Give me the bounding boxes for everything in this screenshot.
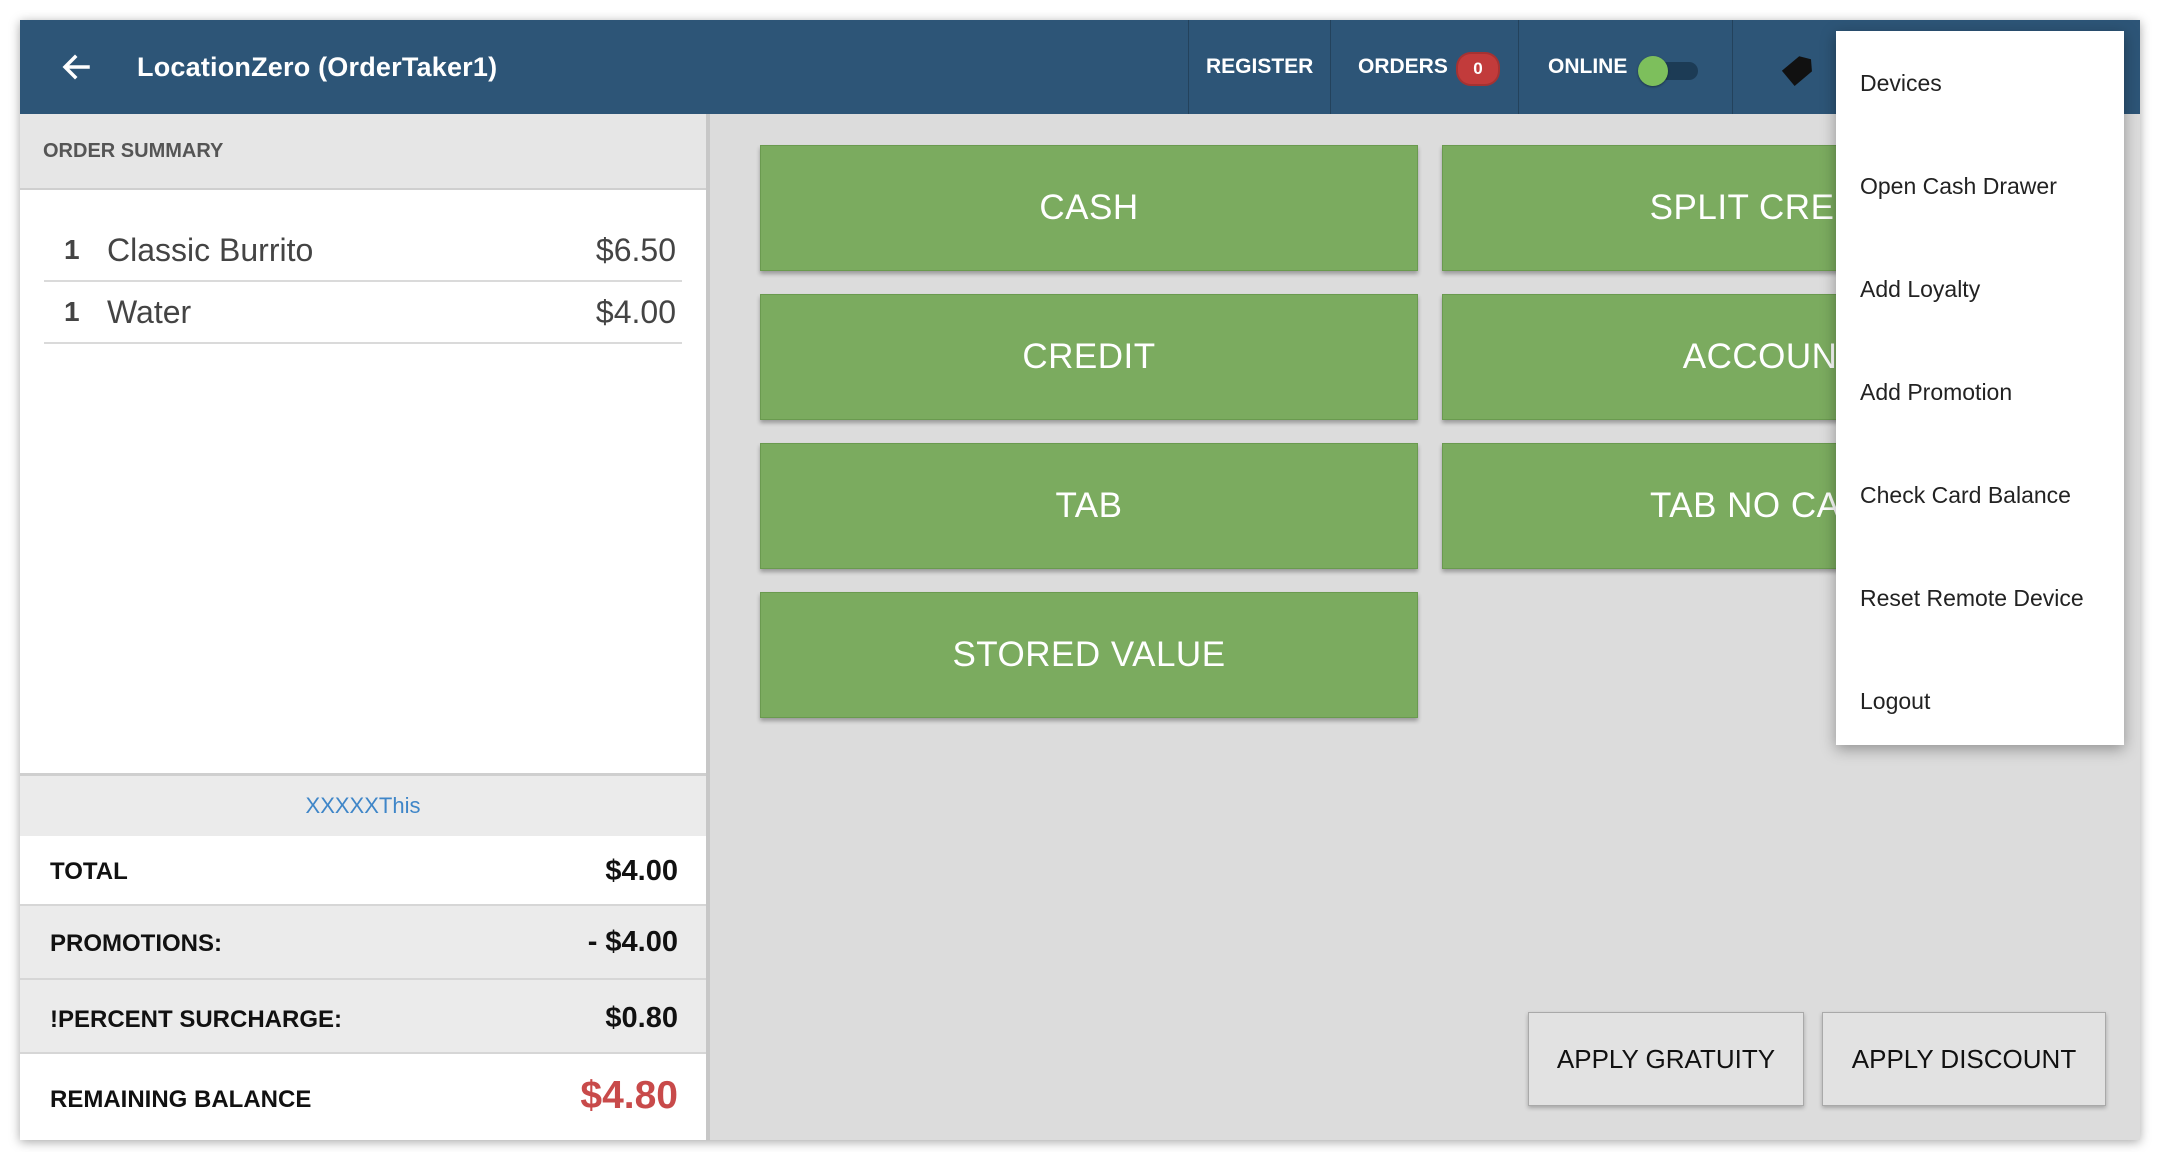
remaining-balance-label: REMAINING BALANCE: [50, 1086, 312, 1113]
tag-icon: [1781, 56, 1812, 86]
online-toggle[interactable]: [1638, 54, 1708, 86]
apply-gratuity-button[interactable]: APPLY GRATUITY: [1528, 1012, 1804, 1106]
online-label: ONLINE: [1548, 55, 1628, 78]
menu-item-add-promotion[interactable]: Add Promotion: [1836, 341, 2124, 444]
cash-button[interactable]: CASH: [760, 145, 1418, 271]
menu-item-open-cash-drawer[interactable]: Open Cash Drawer: [1836, 135, 2124, 238]
order-summary-panel: ORDER SUMMARY 1 Classic Burrito $6.50 1 …: [20, 114, 710, 1140]
menu-item-reset-remote-device[interactable]: Reset Remote Device: [1836, 547, 2124, 650]
item-quantity: 1: [64, 296, 80, 327]
app-window: LocationZero (OrderTaker1) REGISTER ORDE…: [20, 20, 2140, 1140]
remaining-balance-row: REMAINING BALANCE $4.80: [20, 1054, 706, 1140]
surcharge-row: !PERCENT SURCHARGE: $0.80: [20, 980, 706, 1054]
total-value: $4.00: [605, 855, 678, 887]
apply-discount-button[interactable]: APPLY DISCOUNT: [1822, 1012, 2106, 1106]
remaining-balance-value: $4.80: [580, 1074, 678, 1117]
order-summary-title: ORDER SUMMARY: [43, 140, 224, 162]
promo-link-row: XXXXXThis: [20, 773, 706, 836]
nav-divider: [1188, 20, 1189, 114]
item-price: $4.00: [595, 294, 676, 330]
promotions-label: PROMOTIONS:: [50, 930, 222, 957]
nav-divider: [1518, 20, 1519, 114]
promotion-link[interactable]: XXXXXThis: [306, 793, 421, 818]
surcharge-label: !PERCENT SURCHARGE:: [50, 1006, 343, 1033]
page-title: LocationZero (OrderTaker1): [137, 52, 498, 82]
orders-button[interactable]: ORDERS: [1358, 20, 1448, 114]
overflow-menu: Devices Open Cash Drawer Add Loyalty Add…: [1836, 31, 2124, 745]
item-name: Classic Burrito: [107, 232, 314, 268]
top-bar: LocationZero (OrderTaker1) REGISTER ORDE…: [20, 20, 2140, 114]
tab-button[interactable]: TAB: [760, 443, 1418, 569]
promotions-row: PROMOTIONS: - $4.00: [20, 906, 706, 980]
totals-section: XXXXXThis TOTAL $4.00 PROMOTIONS: - $4.0…: [20, 773, 706, 1140]
register-button[interactable]: REGISTER: [1206, 20, 1313, 114]
nav-divider: [1732, 20, 1733, 114]
tag-button[interactable]: [1774, 48, 1818, 88]
order-item-list: 1 Classic Burrito $6.50 1 Water $4.00: [44, 220, 682, 344]
nav-divider: [1330, 20, 1331, 114]
order-item[interactable]: 1 Water $4.00: [44, 282, 682, 344]
orders-count-badge: 0: [1456, 52, 1500, 86]
menu-item-logout[interactable]: Logout: [1836, 650, 2124, 753]
menu-item-devices[interactable]: Devices: [1836, 32, 2124, 135]
credit-button[interactable]: CREDIT: [760, 294, 1418, 420]
item-name: Water: [107, 294, 192, 330]
promotions-value: - $4.00: [587, 926, 678, 958]
back-button[interactable]: [54, 47, 98, 87]
total-label: TOTAL: [50, 858, 128, 885]
back-arrow-icon: [62, 54, 90, 80]
item-price: $6.50: [595, 232, 676, 268]
order-item[interactable]: 1 Classic Burrito $6.50: [44, 220, 682, 282]
order-summary-header: ORDER SUMMARY: [20, 114, 706, 190]
total-row: TOTAL $4.00: [20, 836, 706, 906]
item-quantity: 1: [64, 234, 80, 265]
menu-item-add-loyalty[interactable]: Add Loyalty: [1836, 238, 2124, 341]
stored-value-button[interactable]: STORED VALUE: [760, 592, 1418, 718]
toggle-knob: [1638, 56, 1668, 86]
surcharge-value: $0.80: [605, 1002, 678, 1034]
menu-item-check-card-balance[interactable]: Check Card Balance: [1836, 444, 2124, 547]
